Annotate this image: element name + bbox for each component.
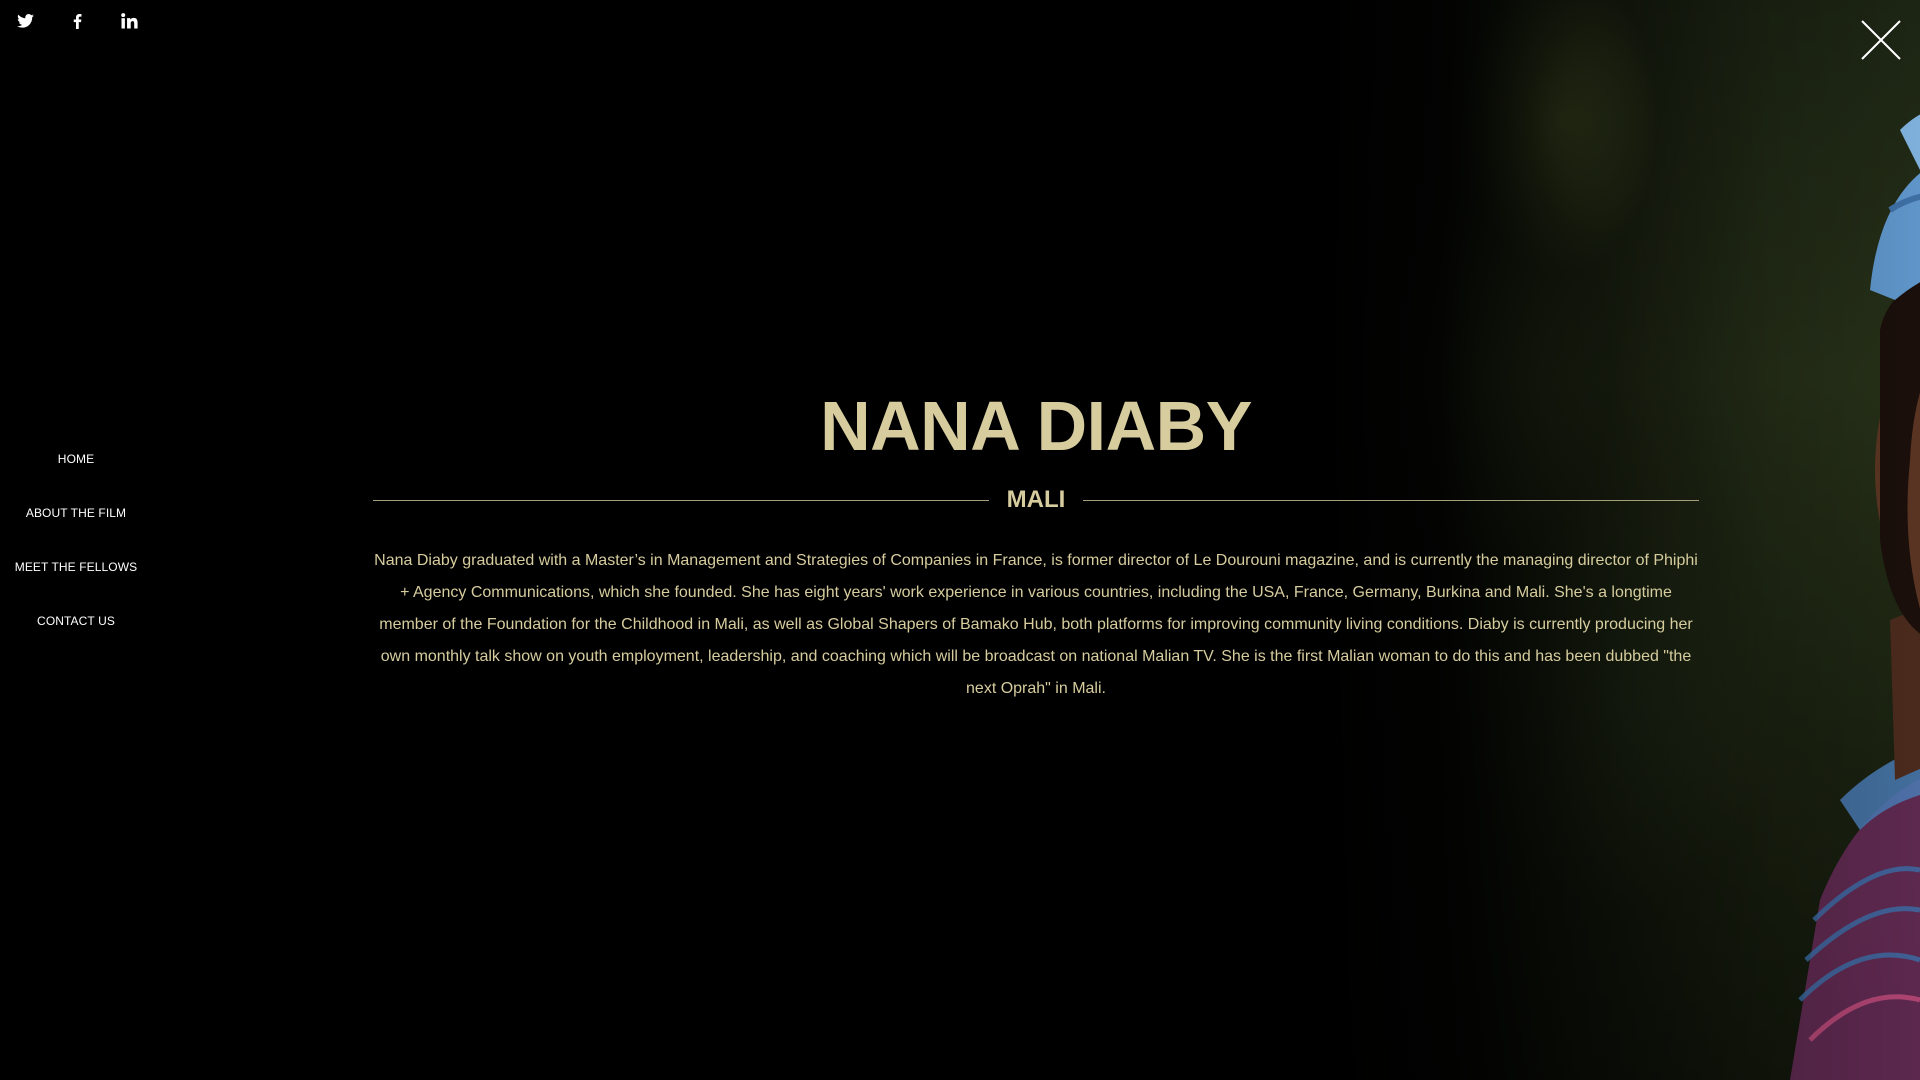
main-nav: HOME ABOUT THE FILM MEET THE FELLOWS CON… [0,448,152,664]
nav-item-about-the-film[interactable]: ABOUT THE FILM [26,502,126,556]
twitter-icon[interactable] [16,12,34,30]
social-links [16,12,138,30]
divider-line-left [373,499,989,501]
fellow-bio: Nana Diaby graduated with a Master’s in … [374,552,1698,697]
nav-item-contact-us[interactable]: CONTACT US [37,610,115,664]
divider-line-right [1083,499,1699,501]
country-divider: MALI [373,485,1699,515]
nav-item-meet-the-fellows[interactable]: MEET THE FELLOWS [15,556,138,610]
fellow-profile: NANA DIABY MALI Nana Diaby graduated wit… [373,385,1699,705]
facebook-icon[interactable] [68,12,86,30]
linkedin-icon[interactable] [120,12,138,30]
close-icon [1861,20,1901,60]
nav-item-home[interactable]: HOME [58,448,94,502]
close-button[interactable] [1860,19,1902,61]
fellow-name: NANA DIABY [820,387,1252,465]
fellow-country: MALI [1006,486,1066,513]
